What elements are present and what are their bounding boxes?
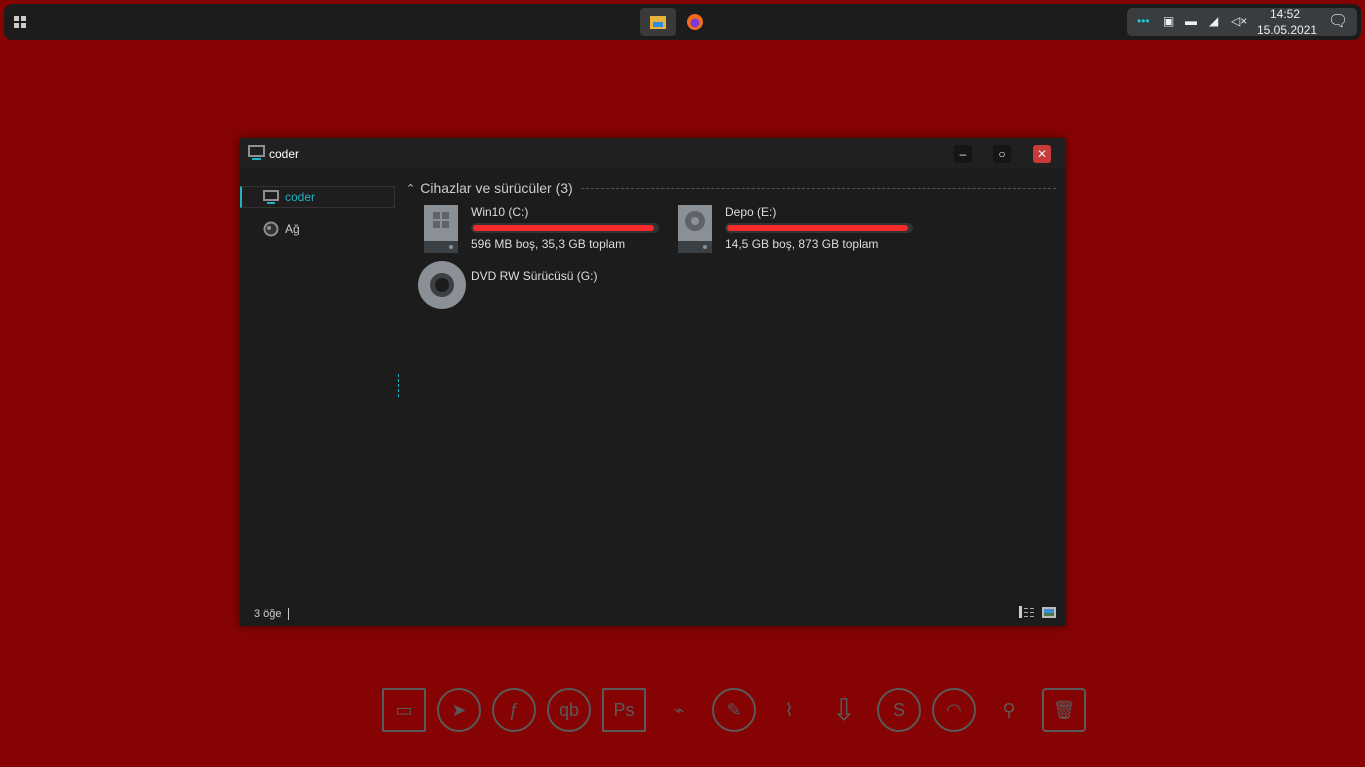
folder-icon: [650, 16, 666, 29]
large-icons-view-icon[interactable]: [1042, 607, 1056, 618]
volume-muted-icon[interactable]: ◁×: [1231, 14, 1247, 28]
sidebar-item-label: Ağ: [285, 222, 300, 236]
sidebar-item-coder[interactable]: coder: [240, 186, 395, 208]
drive-name: Depo (E:): [725, 205, 777, 219]
alien-headset-icon[interactable]: ◠: [932, 688, 976, 732]
battery-icon[interactable]: ▬: [1185, 14, 1197, 28]
sidebar-resize-handle[interactable]: [398, 374, 399, 397]
download-arrow-icon[interactable]: ⇩: [822, 688, 866, 732]
sidebar-item-label: coder: [285, 190, 316, 204]
network-globe-icon: [263, 221, 279, 237]
section-title: Cihazlar ve sürücüler (3): [420, 180, 573, 196]
wifi-icon[interactable]: ◢: [1209, 14, 1218, 28]
hard-drive-icon: [678, 205, 712, 253]
firefox-icon[interactable]: ƒ: [492, 688, 536, 732]
start-button[interactable]: [14, 16, 26, 28]
broom-icon[interactable]: ⌇: [767, 688, 811, 732]
drive-name: Win10 (C:): [471, 205, 529, 219]
drive-space-info: 596 MB boş, 35,3 GB toplam: [471, 237, 626, 251]
status-bar-item-count: 3 öğe: [254, 608, 289, 620]
drive-usage-bar: [725, 223, 913, 233]
taskbar: ••• ▣ ▬ ◢ ◁× 14:52 15.05.2021 🗨: [4, 4, 1361, 40]
file-explorer-taskbar-button[interactable]: [640, 8, 676, 36]
drive-space-info: 14,5 GB boş, 873 GB toplam: [725, 237, 879, 251]
sidebar-item-network[interactable]: Ağ: [240, 218, 395, 240]
paint-icon[interactable]: ✎: [712, 688, 756, 732]
title-bar[interactable]: coder – ○ ✕: [240, 138, 1065, 169]
skype-icon[interactable]: S: [877, 688, 921, 732]
telegram-icon[interactable]: ➤: [437, 688, 481, 732]
search-icon[interactable]: ⚲: [987, 688, 1031, 732]
camera-icon[interactable]: ▣: [1163, 14, 1174, 28]
computer-icon: [248, 145, 265, 160]
drive-item-g[interactable]: DVD RW Sürücüsü (G:): [417, 260, 657, 310]
qbittorrent-icon[interactable]: qb: [547, 688, 591, 732]
window-title: coder: [269, 147, 300, 161]
trash-icon[interactable]: 🗑: [1042, 688, 1086, 732]
computer-icon: [263, 189, 279, 204]
system-tray: ••• ▣ ▬ ◢ ◁× 14:52 15.05.2021 🗨: [1127, 7, 1357, 37]
clock-time[interactable]: 14:52: [1270, 7, 1300, 21]
drive-usage-bar: [471, 223, 659, 233]
photoshop-icon[interactable]: Ps: [602, 688, 646, 732]
drive-item-c[interactable]: Win10 (C:) 596 MB boş, 35,3 GB toplam: [424, 205, 664, 255]
windows-drive-icon: [424, 205, 458, 253]
details-view-icon[interactable]: [1019, 606, 1035, 618]
notifications-icon[interactable]: 🗨: [1328, 11, 1348, 31]
overflow-icon[interactable]: •••: [1137, 14, 1150, 28]
dvd-drive-icon: [418, 261, 466, 309]
minimize-button[interactable]: –: [954, 145, 972, 163]
collapse-chevron-icon[interactable]: ⌃: [406, 182, 415, 195]
section-header[interactable]: ⌃ Cihazlar ve sürücüler (3): [406, 180, 1056, 196]
firefox-taskbar-button[interactable]: [677, 8, 713, 36]
dock: ▭ ➤ ƒ qb Ps ⌁ ✎ ⌇ ⇩ S ◠ ⚲ 🗑: [382, 688, 1086, 732]
file-explorer-window: coder – ○ ✕ coder Ağ ⌃ Cihazlar ve sürüc…: [240, 138, 1065, 626]
close-button[interactable]: ✕: [1033, 145, 1051, 163]
monitor-icon[interactable]: ▭: [382, 688, 426, 732]
firefox-icon: [687, 14, 703, 30]
drive-name: DVD RW Sürücüsü (G:): [471, 269, 598, 283]
drive-item-e[interactable]: Depo (E:) 14,5 GB boş, 873 GB toplam: [678, 205, 918, 255]
maximize-button[interactable]: ○: [993, 145, 1011, 163]
usb-icon[interactable]: ⌁: [657, 688, 701, 732]
clock-date[interactable]: 15.05.2021: [1257, 23, 1317, 37]
